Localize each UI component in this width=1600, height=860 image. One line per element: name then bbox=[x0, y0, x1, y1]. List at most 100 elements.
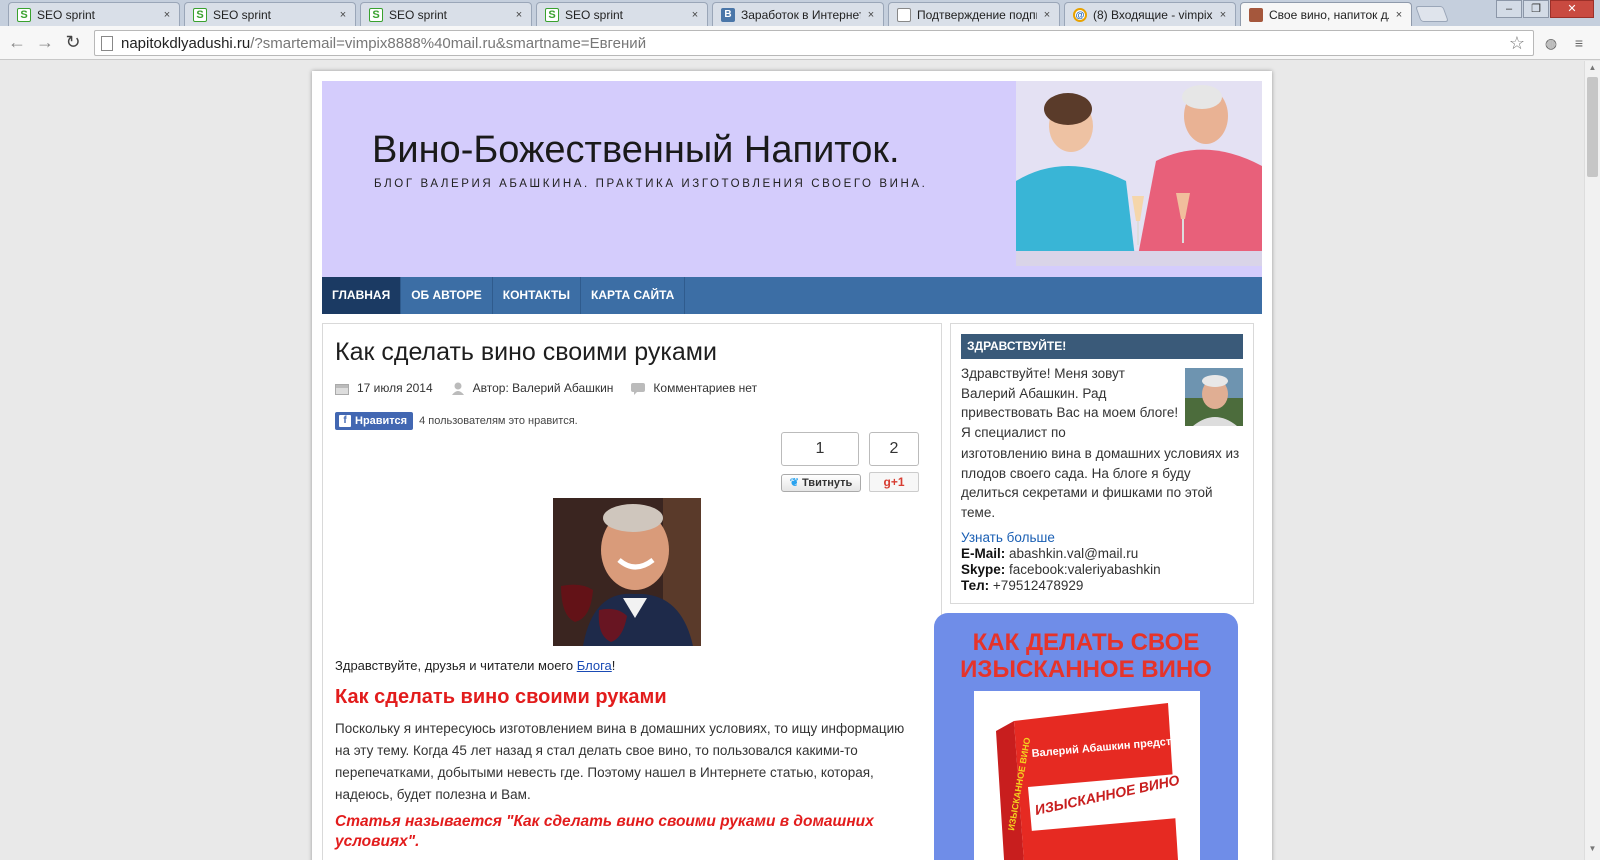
tab-title: Заработок в Интернете bbox=[741, 7, 861, 22]
widget-title: ЗДРАВСТВУЙТЕ! bbox=[961, 334, 1243, 359]
minimize-button[interactable]: – bbox=[1496, 0, 1522, 18]
gplus-share-count: 2 bbox=[869, 432, 919, 466]
gplus-button[interactable]: g+1 bbox=[869, 472, 919, 492]
page-icon bbox=[101, 35, 113, 51]
tab-title: SEO sprint bbox=[213, 7, 272, 22]
browser-tab[interactable]: S SEO sprint × bbox=[184, 2, 356, 26]
sidebar-author-widget: ЗДРАВСТВУЙТЕ! Здравствуйте! Меня зовут В… bbox=[950, 323, 1254, 604]
comments-icon bbox=[631, 382, 646, 395]
contact-phone: Тел: +79512478929 bbox=[961, 578, 1243, 593]
post-title[interactable]: Как сделать вино своими руками bbox=[335, 338, 717, 367]
ebook-promo-widget[interactable]: КАК ДЕЛАТЬ СВОЕ ИЗЫСКАННОЕ ВИНО Валерий … bbox=[934, 613, 1238, 860]
scroll-down-arrow-icon[interactable]: ▼ bbox=[1585, 844, 1600, 858]
maximize-button[interactable]: ❐ bbox=[1523, 0, 1549, 18]
greeting-suffix: ! bbox=[611, 658, 616, 673]
seo-sprint-icon: S bbox=[545, 7, 559, 22]
author-intro-bottom: изготовлению вина в домашних условиях из… bbox=[961, 446, 1240, 521]
calendar-icon bbox=[335, 382, 349, 395]
twitter-share-count: 1 bbox=[781, 432, 859, 466]
tab-title: Подтверждение подпи bbox=[917, 7, 1037, 22]
email-label: E-Mail: bbox=[961, 546, 1006, 561]
new-tab-button[interactable] bbox=[1415, 6, 1449, 22]
skype-value: facebook:valeriyabashkin bbox=[1009, 562, 1161, 577]
browser-tab[interactable]: S SEO sprint × bbox=[360, 2, 532, 26]
close-tab-icon[interactable]: × bbox=[865, 9, 877, 21]
post-content: Как сделать вино своими руками 17 июля 2… bbox=[322, 323, 942, 860]
nav-item-about[interactable]: ОБ АВТОРЕ bbox=[401, 277, 493, 314]
browser-tab[interactable]: S SEO sprint × bbox=[536, 2, 708, 26]
seo-sprint-icon: S bbox=[369, 7, 383, 22]
tweet-button[interactable]: ❦ Твитнуть bbox=[781, 474, 861, 492]
contact-skype: Skype: facebook:valeriyabashkin bbox=[961, 562, 1243, 577]
greeting-prefix: Здравствуйте, друзья и читатели моего bbox=[335, 658, 577, 673]
nav-item-sitemap[interactable]: КАРТА САЙТА bbox=[581, 277, 686, 314]
scrollbar-thumb[interactable] bbox=[1587, 77, 1598, 177]
site-title[interactable]: Вино-Божественный Напиток. bbox=[372, 129, 900, 172]
skype-label: Skype: bbox=[961, 562, 1006, 577]
post-comments[interactable]: Комментариев нет bbox=[653, 381, 757, 395]
blog-link[interactable]: Блога bbox=[577, 658, 612, 673]
page-scrollbar[interactable]: ▲ ▼ bbox=[1584, 61, 1600, 860]
tab-title: SEO sprint bbox=[37, 7, 96, 22]
menu-icon[interactable]: ≡ bbox=[1570, 34, 1588, 52]
browser-tab[interactable]: Подтверждение подпи × bbox=[888, 2, 1060, 26]
tab-strip: S SEO sprint × S SEO sprint × S SEO spri… bbox=[0, 0, 1600, 26]
ebook-title[interactable]: КАК ДЕЛАТЬ СВОЕ ИЗЫСКАННОЕ ВИНО bbox=[934, 629, 1238, 683]
mail-icon: @ bbox=[1073, 7, 1087, 22]
phone-label: Тел: bbox=[961, 578, 990, 593]
post-paragraph: Поскольку я интересуюсь изготовлением ви… bbox=[335, 721, 905, 802]
page-viewport: Вино-Божественный Напиток. БЛОГ ВАЛЕРИЯ … bbox=[0, 61, 1584, 860]
post-quote: Статья называется "Как сделать вино свои… bbox=[335, 813, 874, 850]
close-tab-icon[interactable]: × bbox=[161, 9, 173, 21]
browser-tab[interactable]: B Заработок в Интернете × bbox=[712, 2, 884, 26]
nav-item-contacts[interactable]: КОНТАКТЫ bbox=[493, 277, 582, 314]
scroll-up-arrow-icon[interactable]: ▲ bbox=[1585, 63, 1600, 77]
facebook-like-count: 4 пользователям это нравится. bbox=[419, 415, 578, 427]
page-container: Вино-Божественный Напиток. БЛОГ ВАЛЕРИЯ … bbox=[312, 71, 1272, 860]
browser-tab[interactable]: @ (8) Входящие - vimpix8 × bbox=[1064, 2, 1236, 26]
nav-item-home[interactable]: ГЛАВНАЯ bbox=[322, 277, 402, 314]
close-tab-icon[interactable]: × bbox=[1217, 9, 1229, 21]
user-icon bbox=[451, 382, 465, 395]
author-intro-top: Здравствуйте! Меня зовут Валерий Абашкин… bbox=[961, 366, 1179, 441]
facebook-like-label: Нравится bbox=[355, 415, 408, 427]
browser-tab[interactable]: S SEO sprint × bbox=[8, 2, 180, 26]
header-couple-photo bbox=[1016, 81, 1262, 266]
bookmark-star-icon[interactable]: ☆ bbox=[1509, 33, 1525, 54]
close-window-button[interactable]: ✕ bbox=[1550, 0, 1594, 18]
document-icon bbox=[897, 7, 911, 22]
close-tab-icon[interactable]: × bbox=[337, 9, 349, 21]
post-author-photo bbox=[553, 498, 701, 646]
browser-tab-active[interactable]: Свое вино, напиток дл × bbox=[1240, 2, 1412, 26]
vk-icon: B bbox=[721, 7, 735, 22]
close-tab-icon[interactable]: × bbox=[1041, 9, 1053, 21]
phone-value: +79512478929 bbox=[992, 578, 1084, 593]
site-favicon bbox=[1249, 7, 1263, 22]
seo-sprint-icon: S bbox=[193, 7, 207, 22]
extension-globe-icon[interactable]: ◍ bbox=[1542, 34, 1560, 52]
facebook-like-widget: f Нравится 4 пользователям это нравится. bbox=[335, 412, 578, 430]
address-bar[interactable]: napitokdlyadushi.ru/?smartemail=vimpix88… bbox=[94, 30, 1534, 56]
close-tab-icon[interactable]: × bbox=[513, 9, 525, 21]
close-tab-icon[interactable]: × bbox=[1393, 9, 1405, 21]
close-tab-icon[interactable]: × bbox=[689, 9, 701, 21]
facebook-like-button[interactable]: f Нравится bbox=[335, 412, 414, 430]
forward-button[interactable]: → bbox=[34, 32, 56, 54]
learn-more-link[interactable]: Узнать больше bbox=[961, 530, 1055, 545]
browser-toolbar: ← → ↻ napitokdlyadushi.ru/?smartemail=vi… bbox=[0, 26, 1600, 60]
seo-sprint-icon: S bbox=[17, 7, 31, 22]
tab-title: SEO sprint bbox=[389, 7, 448, 22]
ebook-cover-image[interactable]: Валерий Абашкин представляет ИЗЫСКАННОЕ … bbox=[974, 691, 1200, 860]
author-avatar bbox=[1185, 368, 1243, 426]
window-controls: – ❐ ✕ bbox=[1495, 0, 1594, 18]
post-date: 17 июля 2014 bbox=[357, 381, 433, 395]
tweet-label: Твитнуть bbox=[802, 477, 853, 489]
back-button[interactable]: ← bbox=[6, 32, 28, 54]
greeting-text: Здравствуйте, друзья и читатели моего Бл… bbox=[335, 658, 615, 673]
reload-button[interactable]: ↻ bbox=[62, 32, 84, 54]
email-value[interactable]: abashkin.val@mail.ru bbox=[1009, 546, 1138, 561]
post-author[interactable]: Автор: Валерий Абашкин bbox=[473, 381, 614, 395]
twitter-bird-icon: ❦ bbox=[789, 477, 799, 489]
tab-title: Свое вино, напиток дл bbox=[1269, 7, 1389, 22]
url-host: napitokdlyadushi.ru bbox=[121, 34, 251, 52]
